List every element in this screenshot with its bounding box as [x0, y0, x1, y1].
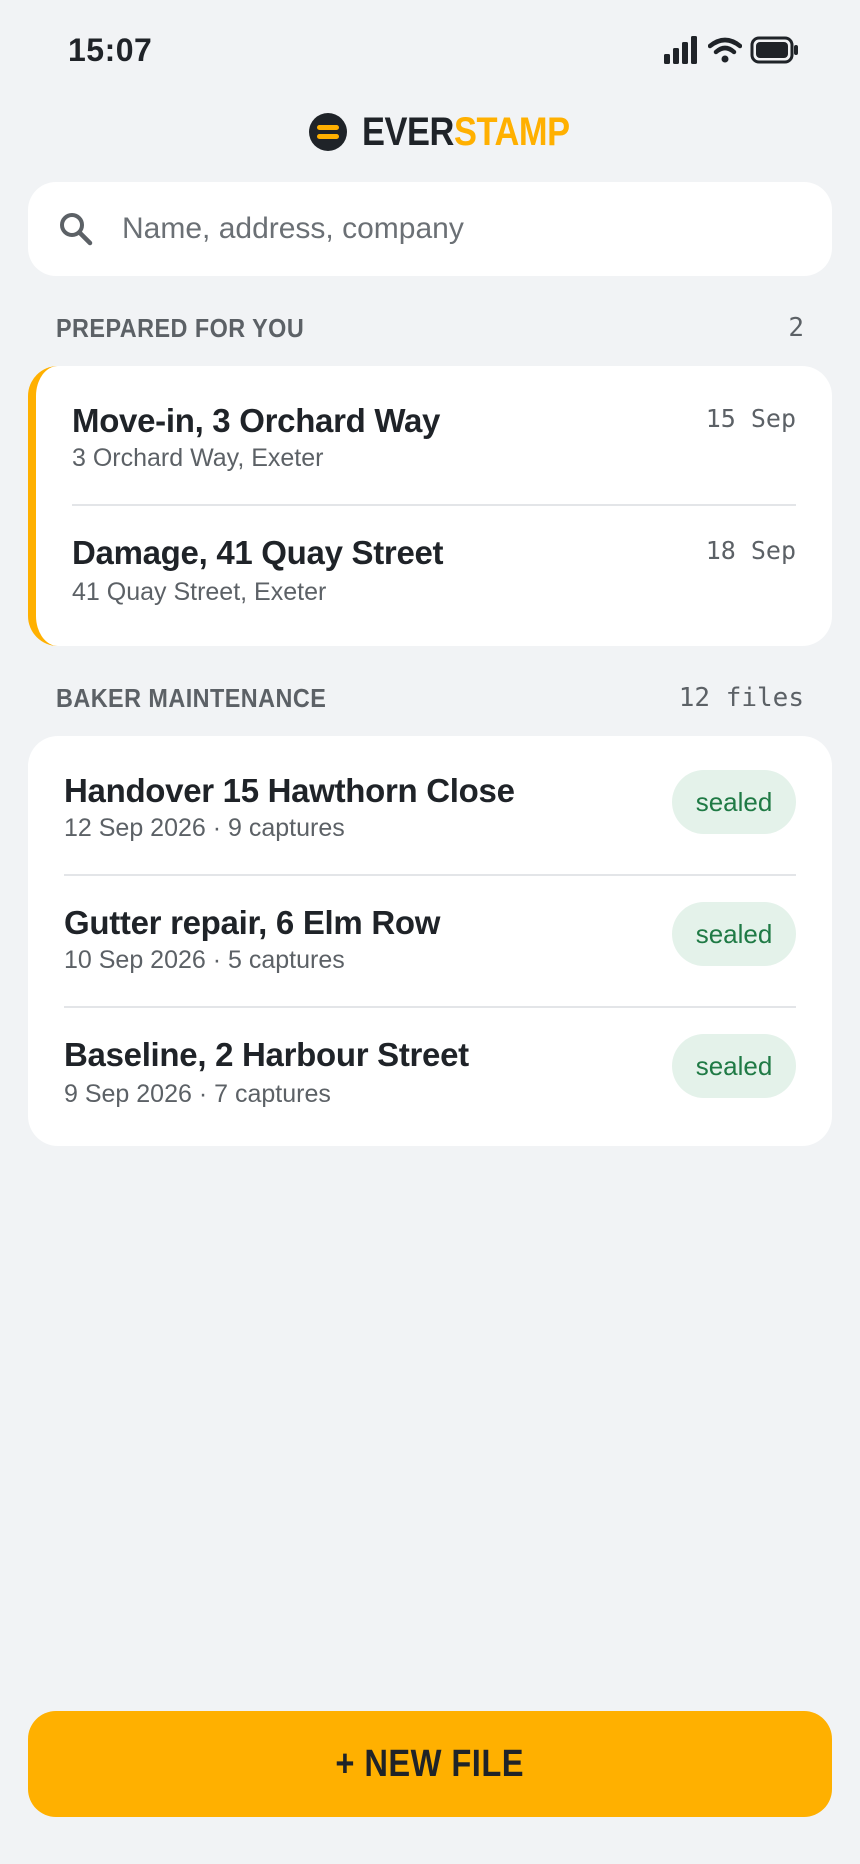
list-item[interactable]: Handover 15 Hawthorn Close 12 Sep 2026 ·… [28, 736, 832, 874]
stamp-logo-icon [309, 113, 347, 151]
brand-name-part1: EVER [362, 109, 454, 154]
item-date: 18 Sep [705, 536, 796, 565]
file-title: Handover 15 Hawthorn Close [64, 772, 515, 809]
file-list: Handover 15 Hawthorn Close 12 Sep 2026 ·… [28, 736, 832, 1146]
brand-name-part2: STAMP [453, 109, 570, 154]
brand-name: EVERSTAMP [362, 109, 570, 155]
file-meta: 12 Sep 2026 · 9 captures [64, 814, 345, 842]
wifi-icon [708, 37, 742, 63]
section-count: 2 [788, 313, 804, 343]
search-input[interactable] [122, 212, 782, 246]
company-section-header: BAKER MAINTENANCE 12 files [56, 678, 804, 718]
file-title: Gutter repair, 6 Elm Row [64, 904, 441, 941]
section-title: PREPARED FOR YOU [56, 312, 305, 343]
new-file-button[interactable]: + NEW FILE [28, 1711, 832, 1817]
file-title: Baseline, 2 Harbour Street [64, 1036, 469, 1073]
signal-icon [664, 36, 697, 64]
status-icons [664, 36, 800, 64]
new-file-label: + NEW FILE [335, 1742, 525, 1785]
status-bar: 15:07 [0, 0, 860, 104]
status-time: 15:07 [68, 32, 153, 68]
file-meta: 9 Sep 2026 · 7 captures [64, 1080, 331, 1108]
section-title: BAKER MAINTENANCE [56, 682, 327, 713]
list-item[interactable]: Baseline, 2 Harbour Street 9 Sep 2026 · … [28, 1008, 832, 1146]
file-meta: 10 Sep 2026 · 5 captures [64, 946, 345, 974]
item-date: 15 Sep [705, 404, 796, 433]
list-item[interactable]: Damage, 41 Quay Street 41 Quay Street, E… [36, 506, 832, 646]
item-address: 3 Orchard Way, Exeter [72, 444, 324, 472]
prepared-list: Move-in, 3 Orchard Way 3 Orchard Way, Ex… [28, 366, 832, 646]
search-bar[interactable] [28, 182, 832, 276]
prepared-section-header: PREPARED FOR YOU 2 [56, 308, 804, 348]
list-item[interactable]: Move-in, 3 Orchard Way 3 Orchard Way, Ex… [36, 366, 832, 504]
list-item[interactable]: Gutter repair, 6 Elm Row 10 Sep 2026 · 5… [28, 876, 832, 1006]
item-title: Move-in, 3 Orchard Way [72, 402, 441, 439]
brand-header: EVERSTAMP [0, 104, 860, 160]
item-address: 41 Quay Street, Exeter [72, 578, 327, 606]
section-count: 12 files [678, 683, 804, 713]
status-badge: sealed [672, 770, 796, 834]
search-icon [60, 213, 93, 246]
status-badge: sealed [672, 1034, 796, 1098]
status-badge: sealed [672, 902, 796, 966]
item-title: Damage, 41 Quay Street [72, 534, 444, 571]
battery-icon [750, 36, 798, 64]
